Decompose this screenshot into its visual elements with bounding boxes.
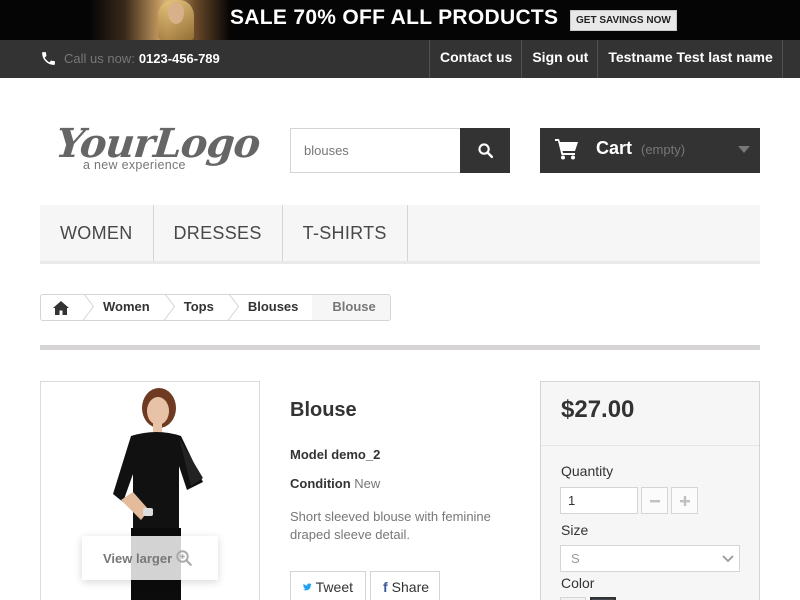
size-value: S [571, 551, 580, 566]
color-label: Color [561, 575, 595, 591]
size-select[interactable]: S [560, 545, 740, 572]
store-logo[interactable]: YourLogo a new experience [54, 120, 262, 174]
product-condition: Condition New [290, 476, 380, 491]
plus-icon [679, 495, 690, 506]
share-label: Share [391, 579, 430, 595]
phone-number: 0123-456-789 [138, 50, 220, 66]
banner-model-image [90, 0, 230, 40]
cart-icon [555, 139, 578, 160]
menu-item-women[interactable]: WOMEN [40, 205, 154, 261]
quantity-label: Quantity [561, 463, 614, 479]
phone-label: Call us now: [64, 50, 135, 66]
tweet-label: Tweet [315, 579, 353, 595]
get-savings-button[interactable]: GET SAVINGS NOW [570, 10, 677, 31]
top-nav-bar: Call us now: 0123-456-789 Contact us Sig… [0, 40, 800, 78]
sign-out-link[interactable]: Sign out [522, 40, 599, 78]
promo-banner[interactable]: SALE 70% OFF ALL PRODUCTS GET SAVINGS NO… [0, 0, 800, 40]
breadcrumb-women[interactable]: Women [83, 295, 164, 320]
quantity-decrease-button[interactable] [641, 487, 668, 514]
logo-tagline: a new experience [83, 158, 186, 172]
facebook-share-button[interactable]: f Share [370, 571, 440, 600]
price-bar: $27.00 [541, 382, 759, 446]
buy-box: $27.00 Quantity 1 Size S Color [540, 381, 760, 600]
cart-state: (empty) [641, 142, 686, 157]
zoom-icon [176, 550, 193, 566]
model-value: demo_2 [331, 447, 381, 462]
banner-headline: SALE 70% OFF ALL PRODUCTS [230, 6, 559, 29]
section-divider [40, 345, 760, 350]
menu-item-t-shirts[interactable]: T-SHIRTS [283, 205, 408, 261]
cart-button[interactable]: Cart (empty) [540, 128, 760, 173]
search-button[interactable] [460, 128, 510, 173]
main-menu: WOMEN DRESSES T-SHIRTS [40, 205, 760, 264]
tweet-button[interactable]: Tweet [290, 571, 366, 600]
condition-value: New [354, 476, 381, 491]
account-links: Contact us Sign out Testname Test last n… [429, 40, 783, 78]
condition-label: Condition [290, 476, 351, 491]
menu-item-dresses[interactable]: DRESSES [154, 205, 283, 261]
quantity-input[interactable]: 1 [560, 487, 638, 514]
breadcrumb-current: Blouse [312, 295, 390, 320]
breadcrumb: Women Tops Blouses Blouse [40, 294, 391, 321]
home-icon [53, 300, 69, 315]
breadcrumb-home[interactable] [41, 295, 83, 320]
chevron-down-icon [722, 555, 734, 563]
view-larger-button[interactable]: View larger [82, 536, 218, 580]
phone-info: Call us now: 0123-456-789 [40, 46, 220, 70]
facebook-icon: f [383, 579, 388, 595]
search-icon [478, 143, 493, 159]
cart-dropdown-icon [738, 146, 750, 153]
product-model: Model demo_2 [290, 447, 380, 462]
cart-label: Cart [596, 138, 633, 158]
product-title: Blouse [290, 399, 357, 421]
contact-us-link[interactable]: Contact us [430, 40, 523, 78]
size-label: Size [561, 522, 589, 538]
quantity-increase-button[interactable] [671, 487, 698, 514]
account-name-link[interactable]: Testname Test last name [598, 40, 783, 78]
search-form: blouses [290, 128, 510, 173]
phone-icon [42, 51, 55, 65]
minus-icon [649, 499, 660, 502]
search-input[interactable]: blouses [290, 128, 461, 173]
product-price: $27.00 [561, 396, 635, 423]
breadcrumb-tops[interactable]: Tops [164, 295, 228, 320]
product-description: Short sleeved blouse with feminine drape… [290, 509, 491, 542]
model-label: Model [290, 447, 328, 462]
twitter-icon [303, 583, 312, 591]
breadcrumb-blouses[interactable]: Blouses [228, 295, 313, 320]
view-larger-label: View larger [103, 550, 173, 566]
